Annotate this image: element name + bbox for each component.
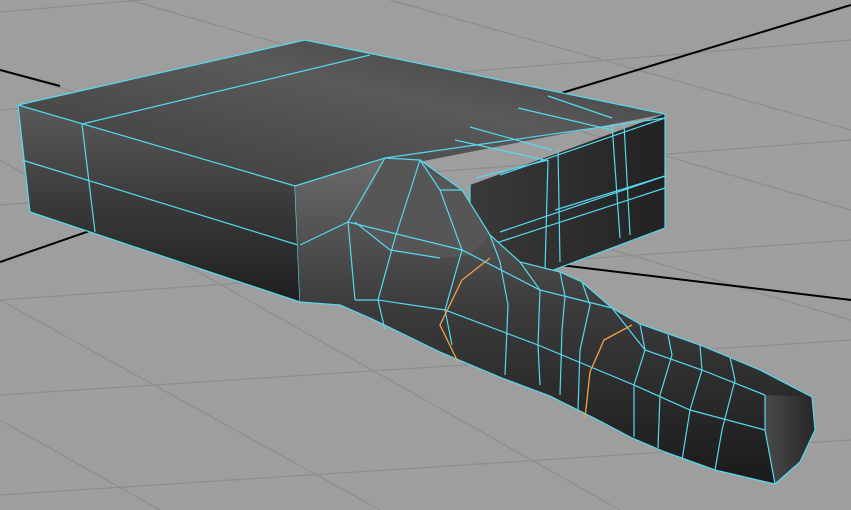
3d-viewport[interactable] xyxy=(0,0,851,510)
viewport-canvas[interactable] xyxy=(0,0,851,510)
